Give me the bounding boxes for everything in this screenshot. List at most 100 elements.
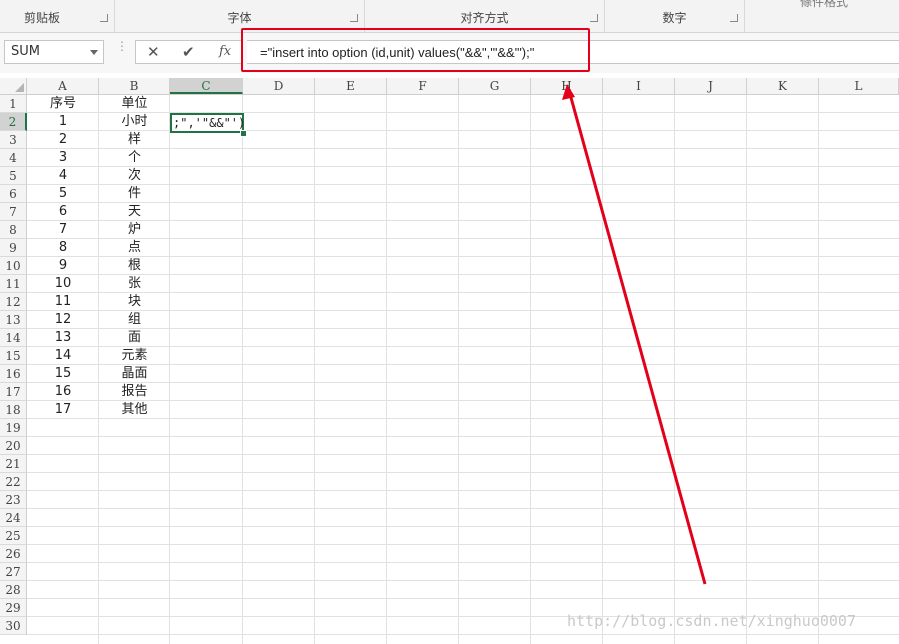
cell-unit[interactable]: 其他 [99, 401, 170, 419]
cell-unit[interactable]: 小时 [99, 113, 170, 131]
row-header-26[interactable]: 26 [0, 545, 27, 563]
row-header-25[interactable]: 25 [0, 527, 27, 545]
gridline-row [27, 544, 899, 545]
column-header-a[interactable]: A [27, 78, 99, 94]
header-cell-id[interactable]: 序号 [27, 95, 99, 113]
row-header-30[interactable]: 30 [0, 617, 27, 635]
row-header-9[interactable]: 9 [0, 239, 27, 257]
cell-unit[interactable]: 根 [99, 257, 170, 275]
alignment-group-label: 对齐方式 [460, 11, 509, 25]
column-header-e[interactable]: E [315, 78, 387, 94]
column-header-f[interactable]: F [387, 78, 459, 94]
row-header-20[interactable]: 20 [0, 437, 27, 455]
row-header-8[interactable]: 8 [0, 221, 27, 239]
row-header-10[interactable]: 10 [0, 257, 27, 275]
cell-id[interactable]: 6 [27, 203, 99, 221]
row-header-19[interactable]: 19 [0, 419, 27, 437]
fill-handle[interactable] [240, 130, 247, 137]
row-header-21[interactable]: 21 [0, 455, 27, 473]
row-header-5[interactable]: 5 [0, 167, 27, 185]
column-header-h[interactable]: H [531, 78, 603, 94]
row-header-1[interactable]: 1 [0, 95, 27, 113]
cell-id[interactable]: 15 [27, 365, 99, 383]
alignment-launcher-icon[interactable] [590, 14, 598, 22]
gridline-row [27, 580, 899, 581]
column-header-k[interactable]: K [747, 78, 819, 94]
column-header-b[interactable]: B [99, 78, 170, 94]
row-header-23[interactable]: 23 [0, 491, 27, 509]
cell-id[interactable]: 5 [27, 185, 99, 203]
row-header-15[interactable]: 15 [0, 347, 27, 365]
number-launcher-icon[interactable] [730, 14, 738, 22]
select-all-corner[interactable] [0, 78, 27, 94]
row-header-13[interactable]: 13 [0, 311, 27, 329]
column-header-c[interactable]: C [170, 78, 243, 94]
column-header-j[interactable]: J [675, 78, 747, 94]
cell-id[interactable]: 7 [27, 221, 99, 239]
row-header-24[interactable]: 24 [0, 509, 27, 527]
row-header-12[interactable]: 12 [0, 293, 27, 311]
cell-unit[interactable]: 报告 [99, 383, 170, 401]
row-header-14[interactable]: 14 [0, 329, 27, 347]
insert-function-icon[interactable]: fx [219, 44, 231, 59]
row-header-17[interactable]: 17 [0, 383, 27, 401]
cell-unit[interactable]: 面 [99, 329, 170, 347]
spreadsheet-grid[interactable]: ABCDEFGHIJKL 1 2 3 4 5 6 7 8 9 10 11 12 13 14 15 16 17 18… [0, 78, 899, 644]
cell-id[interactable]: 17 [27, 401, 99, 419]
row-header-27[interactable]: 27 [0, 563, 27, 581]
cell-id[interactable]: 3 [27, 149, 99, 167]
row-header-3[interactable]: 3 [0, 131, 27, 149]
chevron-down-icon[interactable] [90, 50, 98, 55]
row-header-7[interactable]: 7 [0, 203, 27, 221]
cell-id[interactable]: 1 [27, 113, 99, 131]
conditional-format-label[interactable]: 條件格式 [800, 0, 848, 10]
name-box[interactable]: SUM [4, 40, 104, 64]
row-header-22[interactable]: 22 [0, 473, 27, 491]
row-header-6[interactable]: 6 [0, 185, 27, 203]
active-cell-c2[interactable]: ;",'"&&"') [170, 113, 244, 133]
cell-unit[interactable]: 次 [99, 167, 170, 185]
row-header-2[interactable]: 2 [0, 113, 27, 131]
cell-unit[interactable]: 组 [99, 311, 170, 329]
gridline-column [242, 95, 243, 644]
cell-unit[interactable]: 样 [99, 131, 170, 149]
cell-id[interactable]: 11 [27, 293, 99, 311]
cell-id[interactable]: 8 [27, 239, 99, 257]
cell-unit[interactable]: 天 [99, 203, 170, 221]
row-header-18[interactable]: 18 [0, 401, 27, 419]
font-group-label: 字体 [227, 11, 252, 25]
cell-unit[interactable]: 个 [99, 149, 170, 167]
confirm-check-icon[interactable]: ✔ [182, 43, 195, 61]
cell-unit[interactable]: 件 [99, 185, 170, 203]
cell-id[interactable]: 13 [27, 329, 99, 347]
row-header-11[interactable]: 11 [0, 275, 27, 293]
column-header-i[interactable]: I [603, 78, 675, 94]
cell-id[interactable]: 4 [27, 167, 99, 185]
cell-id[interactable]: 10 [27, 275, 99, 293]
cell-unit[interactable]: 元素 [99, 347, 170, 365]
cell-unit[interactable]: 晶面 [99, 365, 170, 383]
cell-id[interactable]: 9 [27, 257, 99, 275]
column-header-g[interactable]: G [459, 78, 531, 94]
cell-unit[interactable]: 点 [99, 239, 170, 257]
cell-unit[interactable]: 张 [99, 275, 170, 293]
column-header-d[interactable]: D [243, 78, 315, 94]
clipboard-launcher-icon[interactable] [100, 14, 108, 22]
cancel-icon[interactable]: ✕ [147, 43, 160, 61]
row-header-28[interactable]: 28 [0, 581, 27, 599]
row-header-4[interactable]: 4 [0, 149, 27, 167]
column-header-l[interactable]: L [819, 78, 899, 94]
drag-handle-icon[interactable]: ⋮ [116, 40, 128, 52]
header-cell-unit[interactable]: 单位 [99, 95, 170, 113]
row-header-16[interactable]: 16 [0, 365, 27, 383]
cell-id[interactable]: 2 [27, 131, 99, 149]
row-header-29[interactable]: 29 [0, 599, 27, 617]
cell-unit[interactable]: 炉 [99, 221, 170, 239]
gridline-column [458, 95, 459, 644]
cell-id[interactable]: 14 [27, 347, 99, 365]
cell-id[interactable]: 16 [27, 383, 99, 401]
cell-id[interactable]: 12 [27, 311, 99, 329]
gridline-row [27, 436, 899, 437]
font-launcher-icon[interactable] [350, 14, 358, 22]
cell-unit[interactable]: 块 [99, 293, 170, 311]
